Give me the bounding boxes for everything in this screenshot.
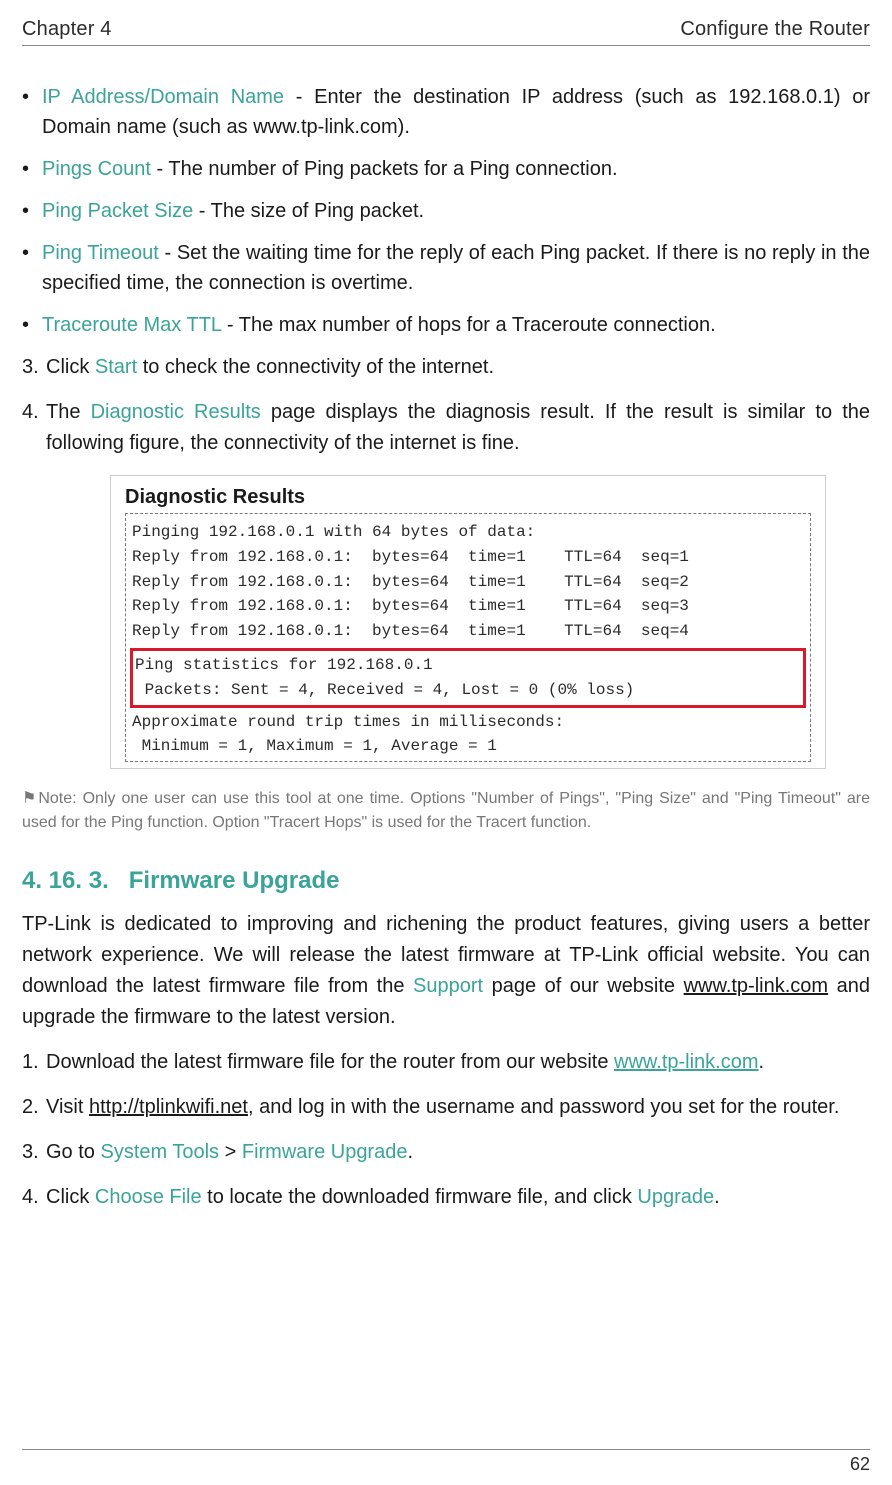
step-text: Go to bbox=[46, 1141, 100, 1163]
note-label: Note: bbox=[38, 790, 76, 807]
inline-link[interactable]: http://tplinkwifi.net bbox=[89, 1096, 248, 1118]
diag-line: Pinging 192.168.0.1 with 64 bytes of dat… bbox=[132, 520, 804, 545]
step-text: . bbox=[407, 1141, 413, 1163]
diag-line: Minimum = 1, Maximum = 1, Average = 1 bbox=[132, 734, 804, 759]
inline-term: System Tools bbox=[100, 1141, 219, 1163]
diag-line: Ping statistics for 192.168.0.1 bbox=[135, 653, 801, 678]
diag-line: Reply from 192.168.0.1: bytes=64 time=1 … bbox=[132, 619, 804, 644]
inline-term: Support bbox=[413, 975, 483, 997]
diag-line: Reply from 192.168.0.1: bytes=64 time=1 … bbox=[132, 545, 804, 570]
step-term: Start bbox=[95, 356, 137, 378]
step-2: Visit http://tplinkwifi.net, and log in … bbox=[22, 1092, 870, 1123]
body-text: page of our website bbox=[483, 975, 684, 997]
header-rule bbox=[22, 45, 870, 46]
step-text: The bbox=[46, 401, 91, 423]
param-term: Ping Packet Size bbox=[42, 200, 193, 222]
steps-list-b: Download the latest firmware file for th… bbox=[22, 1047, 870, 1213]
steps-list-a: Click Start to check the connectivity of… bbox=[22, 352, 870, 459]
step-text: Click bbox=[46, 356, 95, 378]
param-term: Pings Count bbox=[42, 158, 151, 180]
note-block: ⚑Note: Only one user can use this tool a… bbox=[22, 787, 870, 835]
note-text: Only one user can use this tool at one t… bbox=[22, 790, 870, 831]
param-term: IP Address/Domain Name bbox=[42, 86, 284, 108]
section-number: 4. 16. 3. bbox=[22, 867, 109, 894]
chapter-label: Chapter 4 bbox=[22, 18, 112, 41]
step-1: Download the latest firmware file for th… bbox=[22, 1047, 870, 1078]
step-4: The Diagnostic Results page displays the… bbox=[22, 397, 870, 459]
step-text: to locate the downloaded firmware file, … bbox=[202, 1186, 638, 1208]
inline-link[interactable]: www.tp-link.com bbox=[614, 1051, 758, 1073]
param-term: Traceroute Max TTL bbox=[42, 314, 221, 336]
inline-term: Firmware Upgrade bbox=[242, 1141, 408, 1163]
bullet-item: Pings Count - The number of Ping packets… bbox=[22, 154, 870, 184]
bullet-item: Traceroute Max TTL - The max number of h… bbox=[22, 310, 870, 340]
param-text: - The max number of hops for a Tracerout… bbox=[221, 314, 715, 336]
inline-term: Choose File bbox=[95, 1186, 202, 1208]
bullet-item: Ping Packet Size - The size of Ping pack… bbox=[22, 196, 870, 226]
step-text: Download the latest firmware file for th… bbox=[46, 1051, 614, 1073]
section-heading: 4. 16. 3. Firmware Upgrade bbox=[22, 867, 870, 895]
step-text: > bbox=[219, 1141, 242, 1163]
step-text: , and log in with the username and passw… bbox=[248, 1096, 839, 1118]
diag-line: Packets: Sent = 4, Received = 4, Lost = … bbox=[135, 678, 801, 703]
section-title: Firmware Upgrade bbox=[129, 867, 340, 894]
diag-line: Reply from 192.168.0.1: bytes=64 time=1 … bbox=[132, 594, 804, 619]
diag-line: Approximate round trip times in millisec… bbox=[132, 710, 804, 735]
param-text: - The size of Ping packet. bbox=[193, 200, 424, 222]
diag-line: Reply from 192.168.0.1: bytes=64 time=1 … bbox=[132, 570, 804, 595]
diag-highlight: Ping statistics for 192.168.0.1 Packets:… bbox=[130, 648, 806, 708]
param-text: - Set the waiting time for the reply of … bbox=[42, 242, 870, 294]
diagnostic-output: Pinging 192.168.0.1 with 64 bytes of dat… bbox=[125, 513, 811, 762]
step-text: Visit bbox=[46, 1096, 89, 1118]
param-text: - The number of Ping packets for a Ping … bbox=[151, 158, 618, 180]
bullet-item: IP Address/Domain Name - Enter the desti… bbox=[22, 82, 870, 142]
page-number: 62 bbox=[22, 1449, 870, 1475]
page: Chapter 4 Configure the Router IP Addres… bbox=[0, 0, 892, 1485]
diagnostic-title: Diagnostic Results bbox=[125, 486, 811, 509]
param-term: Ping Timeout bbox=[42, 242, 159, 264]
step-text: to check the connectivity of the interne… bbox=[137, 356, 494, 378]
inline-term: Upgrade bbox=[637, 1186, 714, 1208]
step-text: . bbox=[759, 1051, 765, 1073]
note-icon: ⚑ bbox=[22, 790, 36, 807]
header-bar: Chapter 4 Configure the Router bbox=[22, 18, 870, 41]
step-text: . bbox=[714, 1186, 720, 1208]
inline-link[interactable]: www.tp-link.com bbox=[684, 975, 828, 997]
step-3: Click Start to check the connectivity of… bbox=[22, 352, 870, 383]
step-4: Click Choose File to locate the download… bbox=[22, 1182, 870, 1213]
body-paragraph: TP-Link is dedicated to improving and ri… bbox=[22, 909, 870, 1033]
step-term: Diagnostic Results bbox=[91, 401, 261, 423]
diagnostic-results-box: Diagnostic Results Pinging 192.168.0.1 w… bbox=[110, 475, 826, 769]
parameter-list: IP Address/Domain Name - Enter the desti… bbox=[22, 82, 870, 340]
step-3: Go to System Tools > Firmware Upgrade. bbox=[22, 1137, 870, 1168]
header-title: Configure the Router bbox=[680, 18, 870, 41]
bullet-item: Ping Timeout - Set the waiting time for … bbox=[22, 238, 870, 298]
step-text: Click bbox=[46, 1186, 95, 1208]
